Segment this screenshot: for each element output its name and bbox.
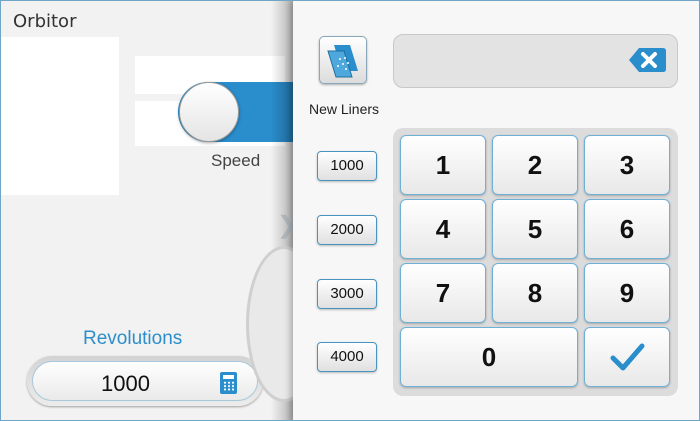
key-3[interactable]: 3 [584, 135, 670, 195]
revolutions-value: 1000 [101, 371, 150, 396]
key-7[interactable]: 7 [400, 263, 486, 323]
keypad-panel: New Liners 1000 2000 3000 4000 1 2 3 4 5… [293, 1, 699, 420]
confirm-button[interactable] [584, 327, 670, 387]
revolutions-input[interactable]: 1000 [32, 361, 258, 401]
app-title: Orbitor [13, 11, 77, 32]
key-2[interactable]: 2 [492, 135, 578, 195]
panel-area [1, 37, 119, 195]
new-liners-button[interactable] [319, 36, 367, 84]
key-1[interactable]: 1 [400, 135, 486, 195]
new-liners-label: New Liners [309, 101, 380, 117]
backspace-button[interactable] [623, 38, 671, 82]
speed-label: Speed [211, 151, 261, 170]
key-8[interactable]: 8 [492, 263, 578, 323]
checkmark-icon [610, 343, 645, 371]
preset-3000-button[interactable]: 3000 [317, 279, 377, 309]
preset-1000-button[interactable]: 1000 [317, 151, 377, 181]
preset-2000-button[interactable]: 2000 [317, 215, 377, 245]
key-5[interactable]: 5 [492, 199, 578, 259]
key-6[interactable]: 6 [584, 199, 670, 259]
speed-toggle-knob[interactable] [179, 82, 239, 142]
key-9[interactable]: 9 [584, 263, 670, 323]
key-4[interactable]: 4 [400, 199, 486, 259]
calculator-icon[interactable] [220, 372, 237, 394]
backspace-icon [629, 48, 666, 72]
app-window: Orbitor Speed Revolutions 1000 ❯ New Lin… [0, 0, 700, 421]
numeric-keypad: 1 2 3 4 5 6 7 8 9 0 [393, 128, 678, 396]
key-0[interactable]: 0 [400, 327, 578, 387]
revolutions-field[interactable]: 1000 [27, 356, 263, 406]
liners-icon [327, 45, 358, 78]
preset-4000-button[interactable]: 4000 [317, 342, 377, 372]
revolutions-label: Revolutions [83, 328, 183, 349]
